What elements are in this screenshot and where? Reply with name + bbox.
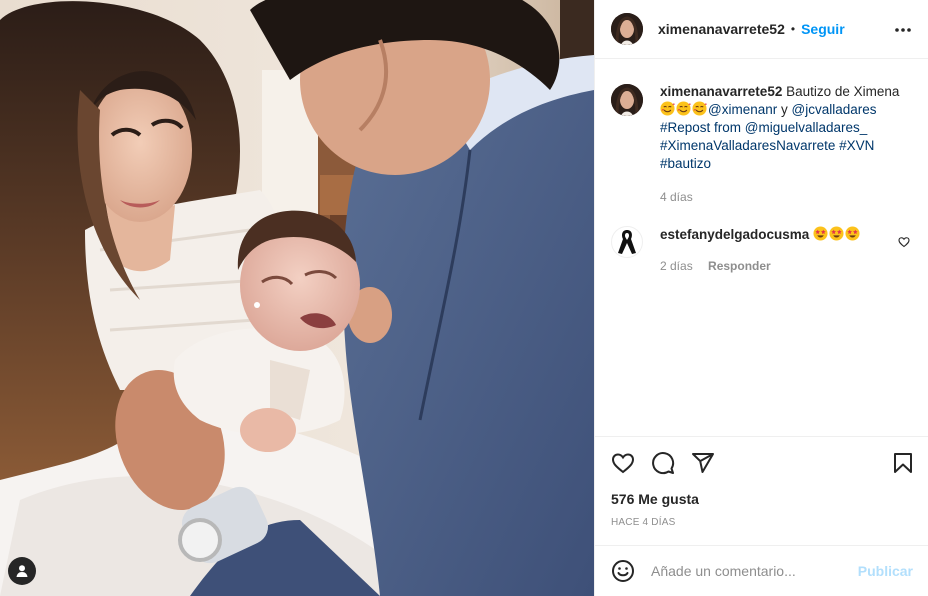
post-details-panel: ximenanavarrete52 • Seguir ximenanavarre…	[594, 0, 928, 596]
star-struck-emoji	[813, 226, 828, 241]
user-tag-icon	[16, 565, 28, 577]
hashtag-link[interactable]: #Repost from	[660, 120, 745, 135]
comment-meta: 2 días Responder	[660, 259, 900, 273]
hashtag-link[interactable]: #bautizo	[660, 156, 711, 171]
follow-button[interactable]: Seguir	[801, 21, 845, 37]
more-options-button[interactable]	[893, 20, 913, 40]
post-timestamp[interactable]: HACE 4 DÍAS	[611, 517, 675, 528]
comment-timestamp[interactable]: 2 días	[660, 259, 693, 273]
post-actions	[595, 436, 928, 488]
commenter-username[interactable]: estefanydelgadocusma	[660, 227, 809, 242]
save-button[interactable]	[891, 451, 915, 475]
heart-icon	[611, 453, 635, 474]
comment-body: estefanydelgadocusma 2 días Responder	[660, 226, 900, 273]
comment-icon	[652, 452, 675, 475]
black-ribbon-icon	[618, 230, 636, 254]
like-button[interactable]	[611, 451, 635, 475]
author-username[interactable]: ximenanavarrete52	[658, 21, 785, 37]
emoji-picker-button[interactable]	[611, 559, 635, 583]
mention-link[interactable]: @miguelvalladares_	[745, 120, 868, 135]
comment-button[interactable]	[651, 451, 675, 475]
avatar-image	[611, 84, 643, 116]
post-caption: ximenanavarrete52 Bautizo de Ximena @xim…	[611, 83, 917, 206]
more-horizontal-icon	[895, 28, 911, 32]
smiling-face-with-hearts-emoji	[660, 101, 675, 116]
paper-plane-icon	[692, 453, 714, 473]
tagged-users-button[interactable]	[8, 557, 36, 585]
caption-author-avatar[interactable]	[611, 84, 643, 116]
publish-button[interactable]: Publicar	[858, 563, 913, 579]
mention-link[interactable]: @jcvalladares	[792, 102, 877, 117]
mention-link[interactable]: @ximenanr	[708, 102, 777, 117]
smiling-face-with-hearts-emoji	[692, 101, 707, 116]
hashtag-link[interactable]: #XimenaValladaresNavarrete	[660, 138, 835, 153]
instagram-post: ximenanavarrete52 • Seguir ximenanavarre…	[0, 0, 928, 596]
hashtag-link[interactable]: #XVN	[839, 138, 874, 153]
star-struck-emoji	[845, 226, 860, 241]
caption-username[interactable]: ximenanavarrete52	[660, 84, 782, 99]
commenter-avatar[interactable]	[611, 226, 643, 258]
reply-button[interactable]: Responder	[708, 259, 771, 273]
share-button[interactable]	[691, 451, 715, 475]
post-media[interactable]	[0, 0, 594, 596]
star-struck-emoji	[829, 226, 844, 241]
caption-body: Bautizo de Ximena	[786, 84, 900, 99]
comment-like-button[interactable]	[898, 236, 910, 248]
comment-item: estefanydelgadocusma 2 días Responder	[611, 226, 917, 273]
bookmark-icon	[894, 453, 912, 473]
post-header: ximenanavarrete52 • Seguir	[595, 0, 928, 59]
heart-icon	[898, 237, 910, 248]
post-photo[interactable]	[0, 0, 594, 596]
author-avatar[interactable]	[611, 13, 643, 45]
caption-connector: y	[777, 102, 792, 117]
add-comment-bar: Publicar	[595, 545, 928, 596]
avatar-image	[611, 13, 643, 45]
likes-count[interactable]: 576 Me gusta	[611, 491, 699, 507]
header-separator: •	[790, 22, 796, 36]
smiley-icon	[612, 560, 634, 582]
caption-text: ximenanavarrete52 Bautizo de Ximena @xim…	[660, 83, 910, 206]
comment-input[interactable]	[651, 561, 850, 581]
smiling-face-with-hearts-emoji	[676, 101, 691, 116]
caption-timestamp[interactable]: 4 días	[660, 188, 910, 206]
